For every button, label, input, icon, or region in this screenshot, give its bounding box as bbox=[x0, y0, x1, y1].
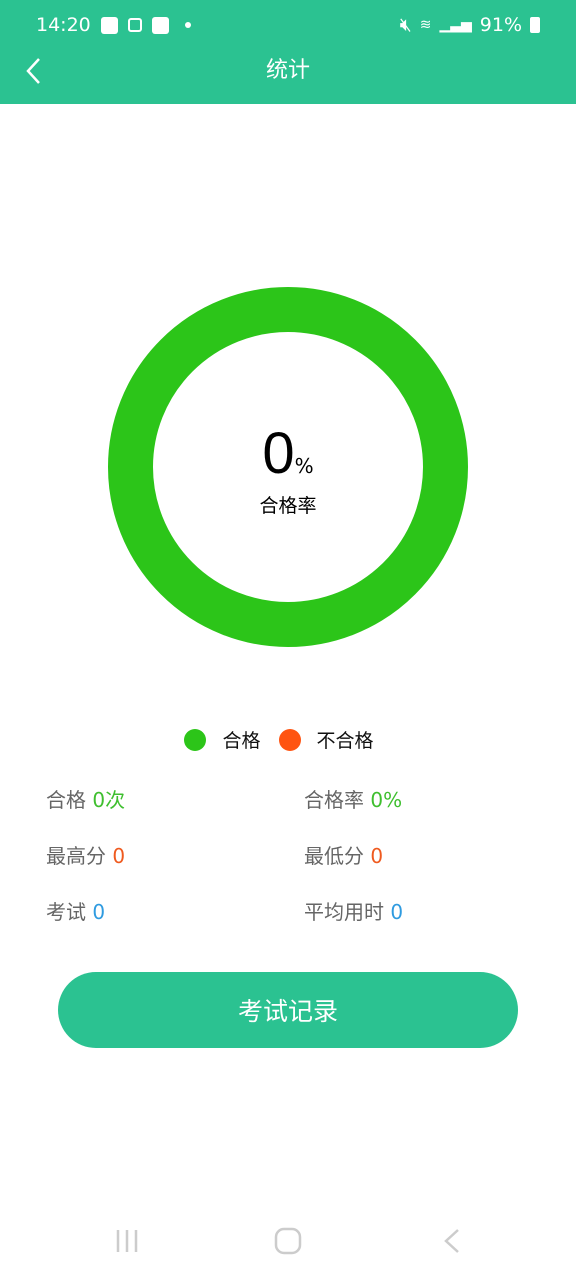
stat-value: 0 bbox=[112, 844, 126, 868]
home-icon[interactable] bbox=[274, 1227, 302, 1255]
pass-rate-unit: % bbox=[294, 454, 314, 478]
stat-exam-count: 考试 0 bbox=[46, 896, 105, 925]
recent-apps-icon[interactable] bbox=[116, 1230, 138, 1252]
legend-dot-fail bbox=[278, 728, 301, 751]
stat-pass-count: 合格 0次 bbox=[46, 784, 125, 813]
gallery-icon bbox=[100, 16, 118, 34]
system-nav-bar bbox=[116, 1227, 459, 1255]
stat-average-time: 平均用时 0 bbox=[304, 896, 403, 925]
legend-label-pass: 合格 bbox=[222, 730, 261, 752]
stat-label: 考试 bbox=[46, 900, 86, 924]
stat-label: 最低分 bbox=[304, 844, 364, 868]
app-notification-icon bbox=[127, 18, 142, 32]
signal-icon: ▁▃▅ bbox=[439, 17, 472, 33]
back-nav-icon[interactable] bbox=[444, 1229, 459, 1253]
mute-icon: 🔇︎ bbox=[399, 14, 412, 36]
stat-label: 合格 bbox=[46, 788, 86, 812]
stat-value: 0 bbox=[92, 900, 106, 924]
donut-center: 0% 合格率 bbox=[108, 420, 468, 518]
exam-records-button[interactable]: 考试记录 bbox=[58, 972, 518, 1048]
stat-value: 0 bbox=[390, 900, 404, 924]
wifi-icon: ≋ bbox=[419, 17, 432, 33]
stat-label: 最高分 bbox=[46, 844, 106, 868]
chart-legend: 合格 不合格 bbox=[0, 726, 576, 753]
stat-label: 平均用时 bbox=[304, 900, 384, 924]
page-title: 统计 bbox=[265, 58, 310, 83]
more-notifications-icon bbox=[184, 22, 191, 28]
legend-label-fail: 不合格 bbox=[316, 730, 374, 752]
battery-icon bbox=[530, 17, 540, 33]
stat-lowest-score: 最低分 0 bbox=[304, 840, 383, 869]
stat-value: 0次 bbox=[92, 788, 126, 812]
pass-rate-label: 合格率 bbox=[259, 495, 317, 517]
battery-level: 91% bbox=[479, 14, 522, 36]
status-bar: 14:20 🔇︎ ≋ ▁▃▅ 91% bbox=[36, 10, 540, 40]
clock: 14:20 bbox=[36, 14, 91, 36]
checkbox-notification-icon bbox=[151, 16, 169, 34]
stat-label: 合格率 bbox=[304, 788, 364, 812]
legend-dot-pass bbox=[184, 728, 207, 751]
stat-value: 0% bbox=[370, 788, 403, 812]
app-header: 14:20 🔇︎ ≋ ▁▃▅ 91% 统计 bbox=[0, 0, 576, 104]
pass-rate-value: 0 bbox=[262, 421, 295, 486]
stat-highest-score: 最高分 0 bbox=[46, 840, 125, 869]
stat-pass-rate: 合格率 0% bbox=[304, 784, 402, 813]
stat-value: 0 bbox=[370, 844, 384, 868]
